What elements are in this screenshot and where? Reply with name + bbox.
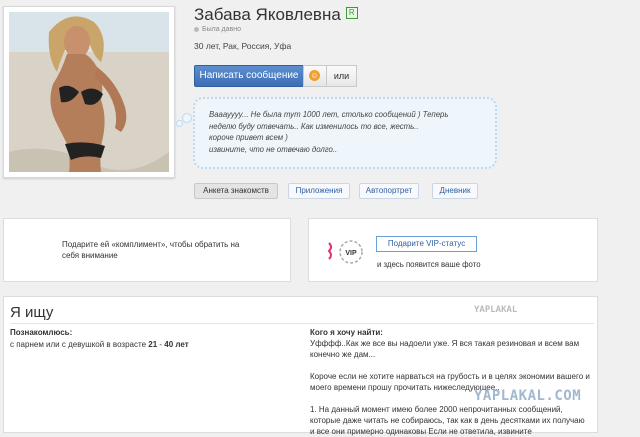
watermark-small: YAPLAKAL bbox=[474, 305, 518, 315]
compliment-text[interactable]: Подарите ей «комплимент», чтобы обратить… bbox=[62, 239, 252, 261]
left-heading: Познакомлюсь: bbox=[10, 328, 73, 337]
write-message-button[interactable]: Написать сообщение bbox=[194, 65, 304, 87]
right-paragraph-3: 1. На данный момент имею более 2000 непр… bbox=[310, 405, 585, 436]
profile-name: Забава Яковлевна R bbox=[194, 5, 358, 25]
bubble-tail-large bbox=[182, 113, 192, 123]
divider bbox=[10, 323, 594, 324]
tab-apps[interactable]: Приложения bbox=[288, 183, 350, 199]
profile-meta: 30 лет, Рак, Россия, Уфа bbox=[194, 41, 292, 51]
vip-gear-icon: VIP bbox=[325, 237, 365, 267]
profile-photo[interactable] bbox=[9, 12, 169, 172]
watermark: YAPLAKAL.COM bbox=[474, 388, 582, 404]
right-heading: Кого я хочу найти: bbox=[310, 328, 383, 337]
gift-button[interactable]: ☺ bbox=[303, 65, 327, 87]
or-dropdown-button[interactable]: или bbox=[326, 65, 357, 87]
compliment-panel: Подарите ей «комплимент», чтобы обратить… bbox=[3, 218, 291, 282]
gift-vip-button[interactable]: Подарите VIP-статус bbox=[376, 236, 477, 252]
vip-panel: VIP Подарите VIP-статус и здесь появится… bbox=[308, 218, 598, 282]
profile-name-text: Забава Яковлевна bbox=[194, 5, 341, 24]
profile-photo-image bbox=[9, 12, 169, 172]
bubble-tail-small bbox=[176, 120, 183, 127]
online-status: Была давно bbox=[194, 26, 241, 33]
status-line: извините, что не отвечаю долго.. bbox=[209, 144, 338, 154]
search-section: Я ищу Познакомлюсь: с парнем или с девуш… bbox=[3, 296, 598, 436]
status-bubble: Вааауууу... Не была тут 1000 лет, стольк… bbox=[193, 97, 497, 169]
status-text: Вааауууу... Не была тут 1000 лет, стольк… bbox=[209, 109, 479, 155]
age-to: 40 лет bbox=[164, 340, 189, 349]
status-line: Вааауууу... Не была тут 1000 лет, стольк… bbox=[209, 110, 449, 119]
left-text-prefix: с парнем или с девушкой в возрасте bbox=[10, 340, 149, 349]
verified-icon: R bbox=[345, 7, 358, 19]
profile-photo-frame[interactable] bbox=[3, 6, 175, 178]
tab-diary[interactable]: Дневник bbox=[432, 183, 478, 199]
smiley-icon: ☺ bbox=[309, 70, 320, 81]
status-line: неделю буду отвечать.. Как изменилось то… bbox=[209, 121, 419, 131]
age-from: 21 bbox=[148, 340, 158, 349]
status-line: короче привет всем ) bbox=[209, 133, 288, 142]
tab-anketa[interactable]: Анкета знакомств bbox=[194, 183, 278, 199]
vip-badge-text: VIP bbox=[345, 250, 357, 257]
vip-hint: и здесь появится ваше фото bbox=[377, 260, 481, 269]
tab-autoportrait[interactable]: Автопортрет bbox=[359, 183, 419, 199]
left-text: с парнем или с девушкой в возрасте 21 - … bbox=[10, 339, 290, 350]
search-title: Я ищу bbox=[10, 304, 54, 321]
right-paragraph-1: Уфффф..Как же все вы надоели уже. Я вся … bbox=[310, 339, 580, 359]
